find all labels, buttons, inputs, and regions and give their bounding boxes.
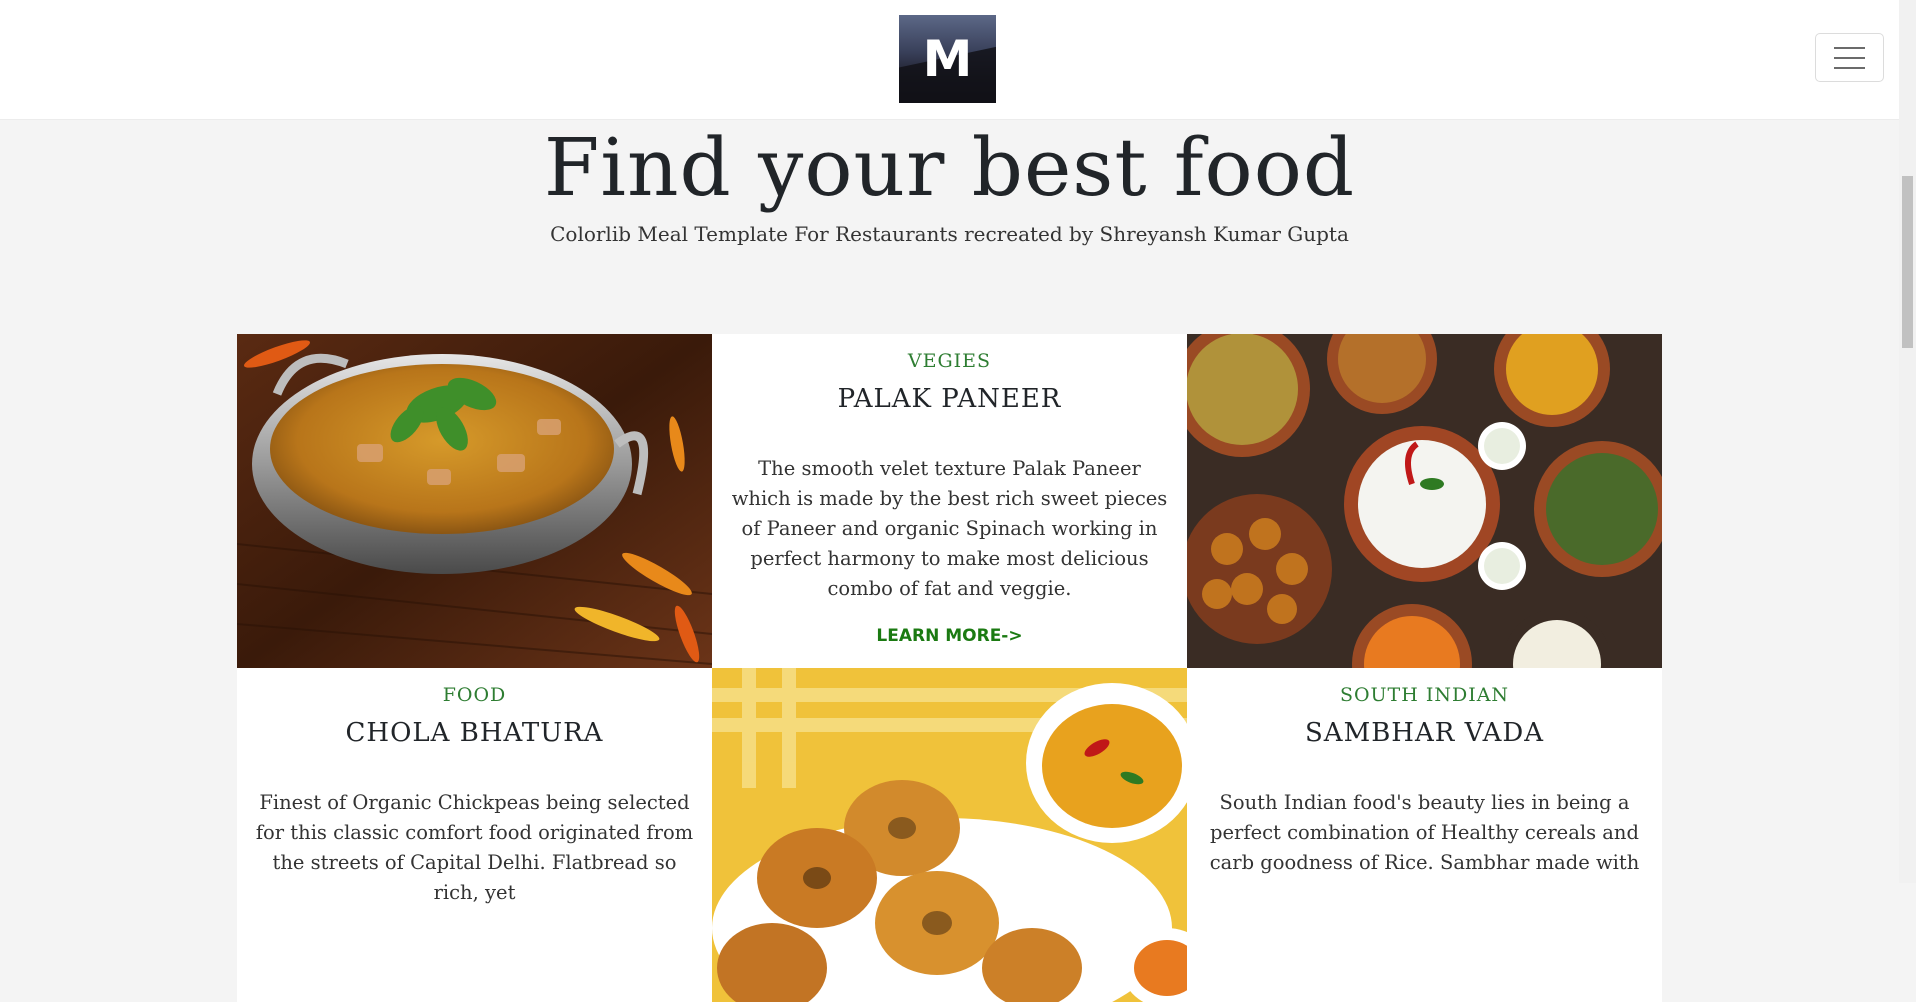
curry-bowl-image [237,334,712,668]
vada-plate-image [712,668,1187,1002]
card-category: FOOD [442,684,507,706]
navbar: M [0,0,1899,120]
learn-more-link[interactable]: LEARN MORE-> [712,626,1187,646]
card-title: SAMBHAR VADA [1304,718,1545,748]
card-palak-paneer: VEGIES PALAK PANEER The smooth velet tex… [712,334,1187,668]
hero-subtitle: Colorlib Meal Template For Restaurants r… [550,222,1349,246]
menu-bar [1834,56,1865,59]
card-title: PALAK PANEER [837,384,1062,414]
hero-title: Find your best food [543,121,1356,214]
sambhar-vada-image [712,668,1187,1002]
scrollbar-thumb[interactable] [1902,176,1913,348]
logo-letter: M [922,30,973,88]
card-description: The smooth velet texture Palak Paneer wh… [731,457,1168,600]
hamburger-menu-icon[interactable] [1815,33,1884,82]
card-sambhar-vada: SOUTH INDIAN SAMBHAR VADA South Indian f… [1187,668,1662,1002]
card-chola-bhatura: FOOD CHOLA BHATURA Finest of Organic Chi… [237,668,712,1002]
bowls-image [1187,334,1662,668]
food-grid: VEGIES PALAK PANEER The smooth velet tex… [237,334,1662,1002]
menu-bar [1834,66,1865,69]
page-scrollbar[interactable] [1899,0,1916,883]
brand-logo[interactable]: M [899,15,996,103]
menu-bar [1834,46,1865,49]
card-description: Finest of Organic Chickpeas being select… [255,791,694,904]
card-category: VEGIES [907,350,992,372]
card-title: CHOLA BHATURA [345,718,604,748]
card-description: South Indian food's beauty lies in being… [1209,791,1640,874]
thali-image [1187,334,1662,668]
card-category: SOUTH INDIAN [1339,684,1510,706]
palak-paneer-image [237,334,712,668]
